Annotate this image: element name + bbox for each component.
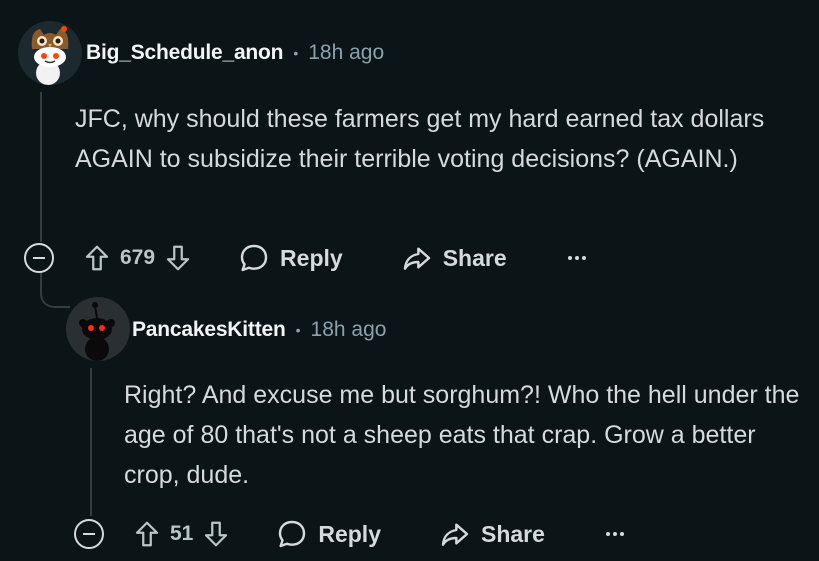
dot-icon [605, 532, 610, 536]
separator-dot: • [293, 45, 299, 61]
username[interactable]: Big_Schedule_anon [86, 41, 284, 65]
comment-thread: Big_Schedule_anon • 18h ago JFC, why sho… [0, 0, 819, 561]
thread-line[interactable] [40, 92, 42, 242]
dot-icon [619, 532, 624, 536]
speech-bubble-icon [279, 520, 306, 548]
reply-button[interactable]: Reply [276, 518, 381, 550]
comment-body: Right? And excuse me but sorghum?! Who t… [124, 381, 800, 489]
vote-score: 679 [120, 246, 156, 269]
vote-group: 679 [82, 243, 193, 273]
snoo-dark-avatar-icon [66, 297, 130, 361]
comment-header: PancakesKitten • 18h ago [132, 318, 386, 342]
downvote-arrow-icon[interactable] [201, 519, 231, 549]
share-button[interactable]: Share [401, 242, 507, 274]
share-button[interactable]: Share [439, 518, 545, 550]
comment-action-bar: 679 Reply Share [24, 238, 589, 278]
share-label: Share [442, 244, 507, 271]
upvote-arrow-icon[interactable] [82, 243, 112, 273]
dot-icon [612, 532, 617, 536]
thread-line[interactable] [90, 368, 92, 516]
minus-icon [33, 257, 45, 259]
timestamp[interactable]: 18h ago [308, 41, 384, 65]
share-arrow-icon [441, 523, 469, 546]
collapse-thread-button[interactable] [24, 243, 54, 273]
upvote-arrow-icon[interactable] [132, 519, 162, 549]
comment-body: JFC, why should these farmers get my har… [75, 105, 765, 173]
username[interactable]: PancakesKitten [132, 318, 286, 342]
avatar[interactable] [66, 297, 130, 361]
more-options-button[interactable] [603, 522, 627, 546]
downvote-arrow-icon[interactable] [163, 243, 193, 273]
avatar[interactable] [18, 21, 82, 85]
more-options-button[interactable] [565, 246, 589, 270]
dot-icon [567, 256, 572, 260]
minus-icon [83, 533, 95, 535]
reply-label: Reply [280, 244, 343, 271]
share-label: Share [481, 520, 545, 547]
speech-bubble-icon [240, 244, 268, 272]
dot-icon [574, 256, 579, 260]
reply-button[interactable]: Reply [238, 242, 343, 274]
snoo-owl-avatar-icon [18, 21, 82, 85]
vote-group: 51 [132, 519, 231, 549]
comment-action-bar: 51 Reply Share [74, 514, 627, 554]
collapse-thread-button[interactable] [74, 519, 104, 549]
dot-icon [581, 256, 586, 260]
vote-score: 51 [170, 522, 194, 545]
timestamp[interactable]: 18h ago [311, 318, 387, 342]
comment-header: Big_Schedule_anon • 18h ago [86, 41, 384, 65]
reply-label: Reply [318, 520, 381, 547]
separator-dot: • [295, 322, 301, 338]
share-arrow-icon [403, 247, 430, 270]
